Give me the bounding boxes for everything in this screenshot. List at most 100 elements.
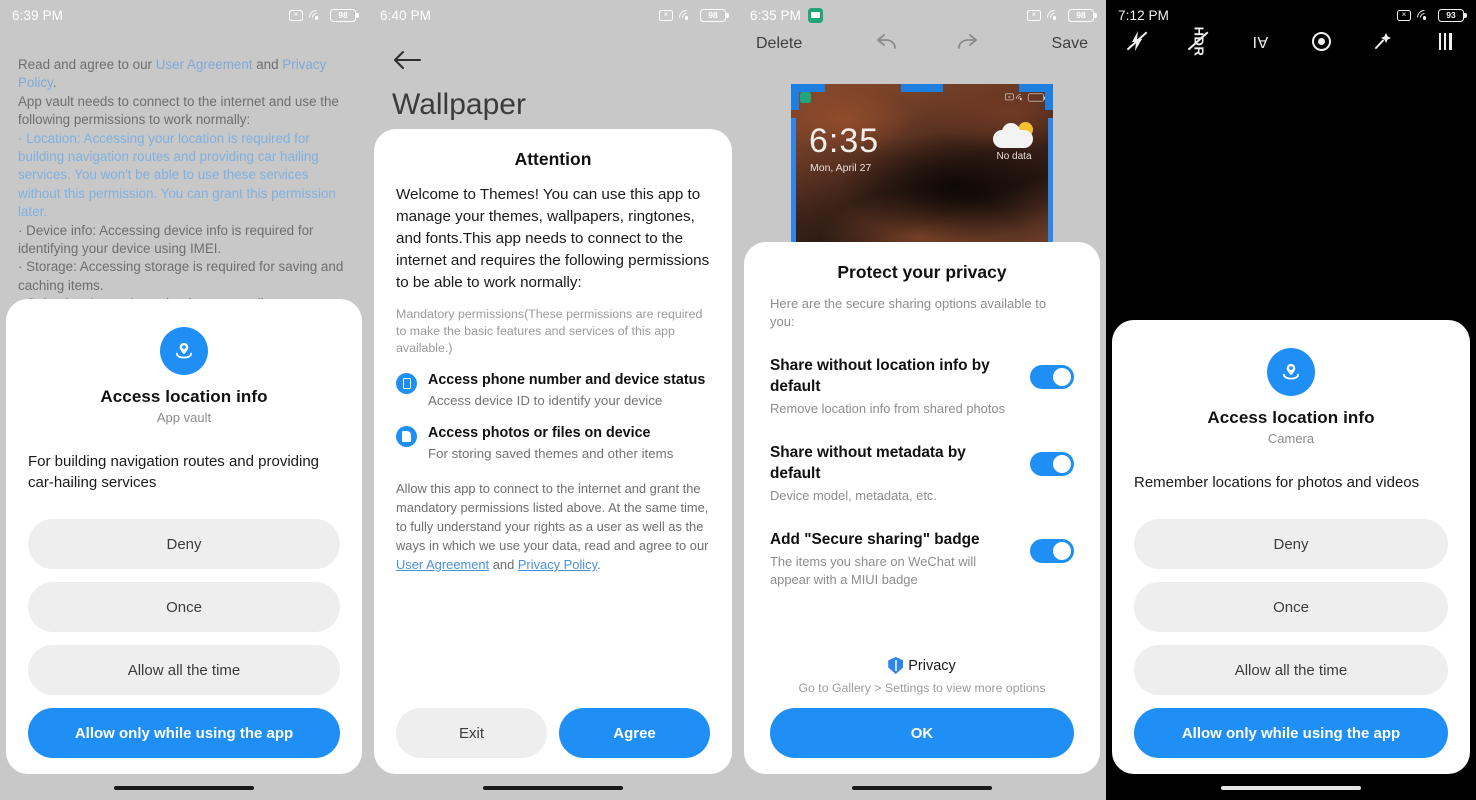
panel-camera: 7:12 PM × 93 HDR AI <box>1106 0 1476 800</box>
privacy-option-row: Add "Secure sharing" badge The items you… <box>770 529 1074 589</box>
privacy-option-row: Share without metadata by default Device… <box>770 442 1074 505</box>
user-agreement-link[interactable]: User Agreement <box>396 557 489 572</box>
crop-handle-left[interactable] <box>791 118 796 244</box>
battery-icon: 98 <box>330 8 359 22</box>
privacy-policy-link[interactable]: Privacy Policy <box>518 557 597 572</box>
hdr-off-icon[interactable]: HDR <box>1183 26 1213 56</box>
ai-icon[interactable]: AI <box>1245 26 1275 56</box>
deny-button[interactable]: Deny <box>28 519 340 569</box>
privacy-dialog: Protect your privacy Here are the secure… <box>744 242 1100 774</box>
option-label: Add "Secure sharing" badge <box>770 531 980 548</box>
delete-button[interactable]: Delete <box>756 35 802 53</box>
exit-button[interactable]: Exit <box>396 708 547 758</box>
home-indicator[interactable] <box>114 785 254 790</box>
status-icons: × 98 <box>289 6 359 29</box>
once-button[interactable]: Once <box>28 582 340 632</box>
aperture-icon[interactable] <box>1307 26 1337 56</box>
location-pin-icon <box>160 327 208 375</box>
privacy-brand: Privacy <box>770 657 1074 674</box>
home-indicator[interactable] <box>483 785 623 790</box>
allow-all-time-button[interactable]: Allow all the time <box>1134 645 1448 695</box>
attention-dialog: Attention Welcome to Themes! You can use… <box>374 129 732 774</box>
no-sim-icon: × <box>1004 93 1014 101</box>
agreement-post: . <box>52 75 57 91</box>
user-agreement-link[interactable]: User Agreement <box>156 57 253 72</box>
menu-icon[interactable] <box>1430 26 1460 56</box>
dialog-footer-pre: Allow this app to connect to the interne… <box>396 481 709 553</box>
background-agreement-text: Read and agree to our User Agreement and… <box>18 56 352 314</box>
allow-while-using-button[interactable]: Allow only while using the app <box>28 708 340 758</box>
dialog-footer-mid: and <box>489 557 518 572</box>
home-indicator[interactable] <box>1221 785 1361 790</box>
permission-item: Access phone number and device status Ac… <box>396 371 710 410</box>
shield-icon <box>888 657 904 674</box>
dialog-mandatory-note: Mandatory permissions(These permissions … <box>396 307 703 355</box>
sheet-title: Access location info <box>100 387 268 406</box>
sheet-description: For building navigation routes and provi… <box>28 453 320 491</box>
option-desc: Device model, metadata, etc. <box>770 488 937 503</box>
weather-icon <box>993 122 1035 148</box>
save-button[interactable]: Save <box>1052 35 1088 53</box>
toggle-secure-sharing-badge[interactable] <box>1030 539 1074 563</box>
agreement-line-1: Read and agree to our User Agreement and… <box>18 56 352 93</box>
magic-wand-icon[interactable] <box>1368 26 1398 56</box>
toggle-share-without-metadata[interactable] <box>1030 452 1074 476</box>
status-time: 6:35 PM <box>750 7 801 23</box>
toggle-share-without-location[interactable] <box>1030 365 1074 389</box>
panel-themes: 6:40 PM × 98 Wallpaper Attention Welcome… <box>368 0 738 800</box>
permission-name: Access photos or files on device <box>428 425 651 441</box>
status-time: 7:12 PM <box>1118 7 1169 23</box>
panel-gallery: 6:35 PM × 98 Delete Save × 6:35 Mon, Apr… <box>738 0 1106 800</box>
preview-clock: 6:35 <box>809 122 880 160</box>
agreement-pre: Read and agree to our <box>18 57 156 72</box>
redo-icon[interactable] <box>953 32 979 57</box>
battery-icon: 93 <box>1438 8 1467 22</box>
permission-bullet-device: · Device info: Accessing device info is … <box>18 222 314 257</box>
preview-weather: No data <box>993 122 1035 162</box>
ok-button[interactable]: OK <box>770 708 1074 758</box>
camera-toolbar: HDR AI <box>1106 24 1476 58</box>
status-time: 6:40 PM <box>380 7 431 23</box>
permission-bullet-storage: · Storage: Accessing storage is required… <box>18 259 344 293</box>
wifi-icon <box>675 6 698 29</box>
permission-name: Access phone number and device status <box>428 372 706 388</box>
crop-handle-top-left-v[interactable] <box>791 84 799 110</box>
once-button[interactable]: Once <box>1134 582 1448 632</box>
phone-icon <box>396 373 417 394</box>
dialog-footer-text: Allow this app to connect to the interne… <box>396 479 710 574</box>
status-bar: 6:40 PM × 98 <box>368 0 738 30</box>
crop-handle-top-middle[interactable] <box>901 84 943 92</box>
weather-status: No data <box>996 151 1032 162</box>
status-icons: × 98 <box>659 6 729 29</box>
wifi-icon <box>1413 6 1436 29</box>
home-indicator[interactable] <box>852 785 992 790</box>
sheet-title: Access location info <box>1207 408 1375 427</box>
crop-handle-right[interactable] <box>1048 118 1053 244</box>
status-icons: × 93 <box>1397 6 1467 29</box>
back-icon[interactable] <box>392 48 422 72</box>
status-icons: × 98 <box>1027 6 1097 29</box>
location-permission-sheet: Access location info Camera Remember loc… <box>1112 320 1470 774</box>
crop-handle-top-right-v[interactable] <box>1045 84 1053 110</box>
file-icon <box>396 426 417 447</box>
flash-off-icon[interactable] <box>1122 26 1152 56</box>
agree-button[interactable]: Agree <box>559 708 710 758</box>
agreement-mid: and <box>252 57 283 72</box>
option-desc: Remove location info from shared photos <box>770 401 1006 416</box>
privacy-brand-label: Privacy <box>908 657 956 674</box>
sheet-description: Remember locations for photos and videos <box>1134 474 1420 491</box>
wifi-icon <box>1043 6 1066 29</box>
undo-icon[interactable] <box>875 32 901 57</box>
notification-app-icon <box>807 7 823 23</box>
wallpaper-preview[interactable]: × 6:35 Mon, April 27 No data <box>791 84 1053 244</box>
screenshot-grid: 6:39 PM × 98 Read and agree to our User … <box>0 0 1476 800</box>
deny-button[interactable]: Deny <box>1134 519 1448 569</box>
allow-all-time-button[interactable]: Allow all the time <box>28 645 340 695</box>
no-sim-icon: × <box>1027 9 1041 21</box>
dialog-intro: Welcome to Themes! You can use this app … <box>396 186 710 291</box>
status-bar: 6:39 PM × 98 <box>0 0 368 30</box>
sheet-subtitle: App vault <box>156 410 212 425</box>
allow-while-using-button[interactable]: Allow only while using the app <box>1134 708 1448 758</box>
editor-toolbar: Delete Save <box>738 28 1106 60</box>
status-bar: 6:35 PM × 98 <box>738 0 1106 30</box>
